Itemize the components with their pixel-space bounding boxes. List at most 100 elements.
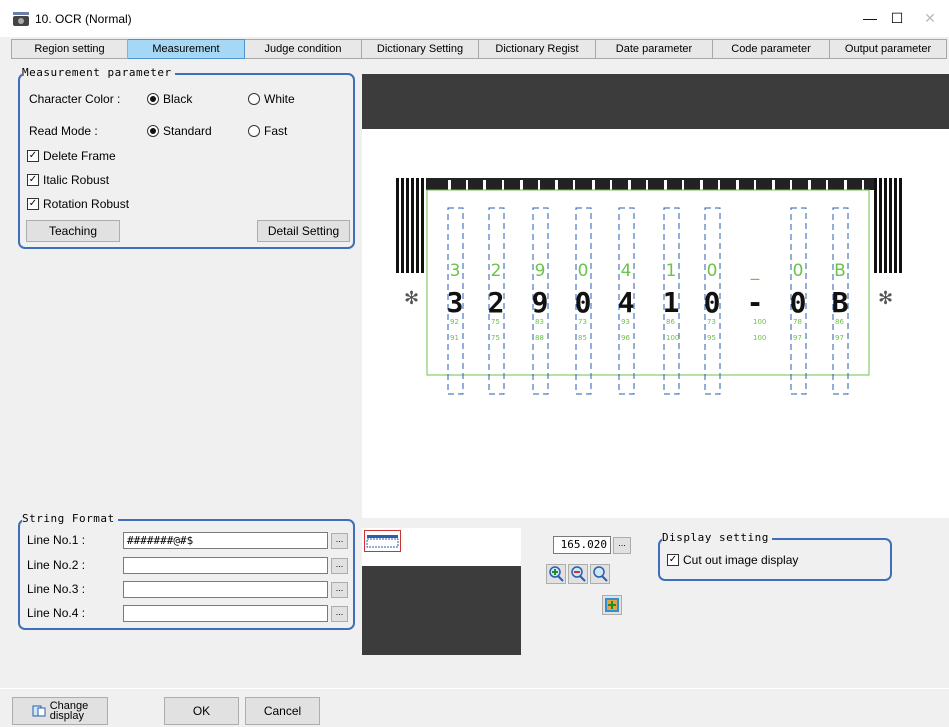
delete-frame-label: Delete Frame xyxy=(43,149,116,163)
measurement-parameter-group: Measurement parameter Character Color : … xyxy=(18,66,355,249)
ocr-score-label: 97 xyxy=(793,334,802,342)
rotation-robust-checkbox[interactable]: ✓ Rotation Robust xyxy=(27,197,129,211)
line4-browse-button[interactable]: ... xyxy=(331,606,348,622)
mode-fast-label: Fast xyxy=(264,124,288,138)
zoom-browse-button[interactable]: ... xyxy=(613,537,631,554)
printed-char: 2 xyxy=(488,286,505,319)
ocr-score-label: 83 xyxy=(535,318,544,326)
detail-setting-button[interactable]: Detail Setting xyxy=(257,220,350,242)
cut-out-image-checkbox[interactable]: ✓ Cut out image display xyxy=(667,553,798,567)
ocr-char-label: 0 xyxy=(578,261,589,281)
tab-dictionary-setting[interactable]: Dictionary Setting xyxy=(362,39,479,59)
ocr-score-label: 96 xyxy=(621,334,630,342)
zoom-fit-button[interactable] xyxy=(590,564,610,584)
ocr-score-label: 92 xyxy=(450,318,459,326)
mode-fast-radio[interactable]: Fast xyxy=(248,124,287,138)
zoom-in-icon xyxy=(549,566,564,582)
teaching-button[interactable]: Teaching xyxy=(26,220,120,242)
ocr-score-label: 100 xyxy=(753,334,766,342)
ok-button[interactable]: OK xyxy=(164,697,239,725)
close-button[interactable]: ✕ xyxy=(915,8,945,28)
cancel-button[interactable]: Cancel xyxy=(245,697,320,725)
printed-char: 0 xyxy=(575,286,592,319)
ocr-score-label: 93 xyxy=(621,318,630,326)
ocr-char-label: 9 xyxy=(535,261,546,281)
asterisk-right: ✻ xyxy=(878,288,893,309)
image-display-area[interactable]: ✻ ✻ 3 3 92 91 2 2 75 75 9 9 83 88 0 0 73 85 4 4 93 96 1 1 86 10… xyxy=(362,74,949,518)
cut-out-image-label: Cut out image display xyxy=(683,553,799,567)
printed-char: B xyxy=(832,286,849,319)
tab-output-parameter[interactable]: Output parameter xyxy=(830,39,947,59)
ocr-score-label: 100 xyxy=(753,318,766,326)
tab-dictionary-regist[interactable]: Dictionary Regist xyxy=(479,39,596,59)
printed-char: 0 xyxy=(790,286,807,319)
thumbnail-view[interactable] xyxy=(362,528,521,655)
line1-label: Line No.1 : xyxy=(27,533,86,547)
display-setting-title: Display setting xyxy=(662,531,772,544)
display-setting-group: Display setting ✓ Cut out image display xyxy=(658,531,892,581)
maximize-button[interactable]: ☐ xyxy=(882,8,912,28)
zoom-in-button[interactable] xyxy=(546,564,566,584)
line3-label: Line No.3 : xyxy=(27,582,86,596)
thumbnail-viewport[interactable] xyxy=(364,530,401,552)
tab-region-setting[interactable]: Region setting xyxy=(11,39,128,59)
line2-label: Line No.2 : xyxy=(27,558,86,572)
ocr-char-label: 0 xyxy=(793,261,804,281)
zoom-out-button[interactable] xyxy=(568,564,588,584)
ocr-image-canvas: ✻ ✻ 339291227575998388007385449396118610… xyxy=(396,178,902,395)
thumbnail-dark-region xyxy=(362,566,521,655)
ocr-score-label: 88 xyxy=(535,334,544,342)
ocr-score-label: 86 xyxy=(835,318,844,326)
display-switch-icon xyxy=(32,705,46,717)
tab-code-parameter[interactable]: Code parameter xyxy=(713,39,830,59)
tab-measurement[interactable]: Measurement xyxy=(128,39,245,59)
radio-empty-icon xyxy=(248,125,260,137)
tab-date-parameter[interactable]: Date parameter xyxy=(596,39,713,59)
ocr-char-label: 1 xyxy=(666,261,677,281)
bottom-bar: Change display OK Cancel xyxy=(0,688,949,727)
tab-judge-condition[interactable]: Judge condition xyxy=(245,39,362,59)
checkmark-icon: ✓ xyxy=(27,174,39,186)
delete-frame-checkbox[interactable]: ✓ Delete Frame xyxy=(27,149,116,163)
change-display-label: Change display xyxy=(49,700,89,722)
italic-robust-checkbox[interactable]: ✓ Italic Robust xyxy=(27,173,109,187)
line1-browse-button[interactable]: ... xyxy=(331,533,348,549)
line3-browse-button[interactable]: ... xyxy=(331,582,348,598)
printed-char: 4 xyxy=(618,286,635,319)
line1-input[interactable]: #######@#$ xyxy=(123,532,328,549)
ocr-score-label: 86 xyxy=(666,318,675,326)
radio-selected-icon xyxy=(147,93,159,105)
rotation-robust-label: Rotation Robust xyxy=(43,197,130,211)
printed-char: 9 xyxy=(532,286,549,319)
line2-input[interactable] xyxy=(123,557,328,574)
read-mode-label: Read Mode : xyxy=(29,124,98,138)
zoom-fit-icon xyxy=(593,566,608,582)
fit-screen-icon xyxy=(605,598,619,612)
minimize-button[interactable]: — xyxy=(855,8,885,28)
change-display-button[interactable]: Change display xyxy=(12,697,108,725)
fit-screen-button[interactable] xyxy=(602,595,622,615)
line3-input[interactable] xyxy=(123,581,328,598)
asterisk-left: ✻ xyxy=(404,288,419,309)
mode-standard-radio[interactable]: Standard xyxy=(147,124,212,138)
string-format-title: String Format xyxy=(22,512,118,525)
ocr-score-label: 85 xyxy=(578,334,587,342)
ocr-char-label: 3 xyxy=(450,261,461,281)
line4-input[interactable] xyxy=(123,605,328,622)
italic-robust-label: Italic Robust xyxy=(43,173,110,187)
color-white-radio[interactable]: White xyxy=(248,92,295,106)
color-black-radio[interactable]: Black xyxy=(147,92,192,106)
ocr-char-label: 0 xyxy=(707,261,718,281)
camera-icon xyxy=(13,12,29,26)
title-bar: 10. OCR (Normal) — ☐ ✕ xyxy=(0,0,949,37)
ocr-score-label: 100 xyxy=(666,334,679,342)
region-rectangle[interactable] xyxy=(426,189,870,376)
line4-label: Line No.4 : xyxy=(27,606,86,620)
mode-standard-label: Standard xyxy=(163,124,212,138)
line2-browse-button[interactable]: ... xyxy=(331,558,348,574)
ocr-read-characters: 3392912275759983880073854493961186100007… xyxy=(447,261,849,342)
checkmark-icon: ✓ xyxy=(27,198,39,210)
color-black-label: Black xyxy=(163,92,193,106)
zoom-value-field[interactable]: 165.020 xyxy=(553,536,611,554)
radio-selected-icon xyxy=(147,125,159,137)
